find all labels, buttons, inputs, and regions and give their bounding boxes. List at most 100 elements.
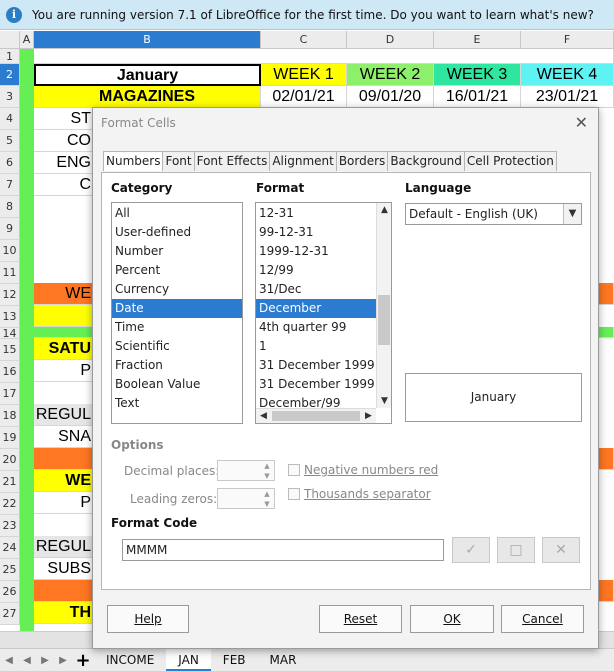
row-header-2[interactable]: 2 xyxy=(0,64,20,86)
row-header-15[interactable]: 15 xyxy=(0,339,20,361)
cell-b2-selected[interactable]: January xyxy=(34,64,261,86)
tab-font-effects[interactable]: Font Effects xyxy=(193,151,271,171)
category-item[interactable]: Time xyxy=(112,318,242,337)
cell-b20[interactable] xyxy=(34,448,94,470)
row-header-5[interactable]: 5 xyxy=(0,130,20,152)
corner-select-all[interactable] xyxy=(0,31,20,49)
category-item[interactable]: Boolean Value xyxy=(112,375,242,394)
column-header-e[interactable]: E xyxy=(434,31,521,49)
tab-alignment[interactable]: Alignment xyxy=(269,151,337,171)
cell-f2[interactable]: WEEK 4 xyxy=(521,64,614,86)
row-header-8[interactable]: 8 xyxy=(0,196,20,218)
tab-numbers[interactable]: Numbers xyxy=(103,151,164,171)
cell-c2[interactable]: WEEK 1 xyxy=(261,64,347,86)
column-header-a[interactable]: A xyxy=(20,31,34,49)
row-header-26[interactable]: 26 xyxy=(0,581,20,603)
format-list[interactable]: 12-31 99-12-31 1999-12-31 12/99 31/Dec Decemb… xyxy=(255,202,392,424)
format-item[interactable]: 1999-12-31 xyxy=(256,242,376,261)
row-header-19[interactable]: 19 xyxy=(0,427,20,449)
category-list[interactable]: All User-defined Number Percent Currency Date… xyxy=(111,202,243,424)
cell-f12[interactable] xyxy=(599,283,614,305)
category-item[interactable]: Fraction xyxy=(112,356,242,375)
format-item[interactable]: 12/99 xyxy=(256,261,376,280)
category-item[interactable]: Text xyxy=(112,394,242,413)
cell-b19[interactable]: SNA xyxy=(34,426,94,448)
column-header-d[interactable]: D xyxy=(347,31,434,49)
cell-c3[interactable]: 02/01/21 xyxy=(261,86,347,108)
cell-b15[interactable]: SATU xyxy=(34,338,94,360)
decimal-places-spin[interactable]: ▲ ▼ xyxy=(217,460,275,481)
format-item[interactable]: December xyxy=(256,299,376,318)
spin-down-icon[interactable]: ▼ xyxy=(260,471,274,481)
row-header-14[interactable]: 14 xyxy=(0,328,20,339)
format-list-vscroll[interactable]: ▲ ▼ xyxy=(376,203,391,408)
ok-button[interactable]: OK xyxy=(410,605,494,633)
cell-d2[interactable]: WEEK 2 xyxy=(347,64,434,86)
scroll-left-icon[interactable]: ◀ xyxy=(256,409,271,423)
category-item[interactable]: Percent xyxy=(112,261,242,280)
column-header-b[interactable]: B xyxy=(34,31,261,49)
delete-icon[interactable]: ✕ xyxy=(542,537,580,563)
format-list-vthumb[interactable] xyxy=(378,295,390,345)
cell-e3[interactable]: 16/01/21 xyxy=(434,86,521,108)
format-item[interactable]: 31/Dec xyxy=(256,280,376,299)
help-button[interactable]: Help xyxy=(107,605,189,633)
category-item[interactable]: Date xyxy=(112,299,242,318)
format-item[interactable]: 31 December 1999 xyxy=(256,356,376,375)
spin-up-icon[interactable]: ▲ xyxy=(260,461,274,471)
category-item[interactable]: User-defined xyxy=(112,223,242,242)
row-header-13[interactable]: 13 xyxy=(0,306,20,328)
cell-b4[interactable]: ST xyxy=(34,108,94,130)
close-icon[interactable]: ✕ xyxy=(575,113,588,132)
format-list-hthumb[interactable] xyxy=(272,411,360,421)
spin-up-icon[interactable]: ▲ xyxy=(260,489,274,499)
cell-b12[interactable]: WE xyxy=(34,283,94,305)
first-sheet-icon[interactable]: ◀ xyxy=(0,655,18,666)
sheet-tab-jan[interactable]: JAN xyxy=(166,649,211,671)
row-header-23[interactable]: 23 xyxy=(0,515,20,537)
format-item[interactable]: 31 December 1999 xyxy=(256,375,376,394)
row-header-24[interactable]: 24 xyxy=(0,537,20,559)
tab-cell-protection[interactable]: Cell Protection xyxy=(463,151,557,171)
cell-b25[interactable]: SUBS xyxy=(34,558,94,580)
cell-f3[interactable]: 23/01/21 xyxy=(521,86,614,108)
cell-f26[interactable] xyxy=(599,580,614,602)
tab-font[interactable]: Font xyxy=(162,151,195,171)
sheet-tab-mar[interactable]: MAR xyxy=(258,649,309,671)
chevron-down-icon[interactable]: ▼ xyxy=(563,204,581,224)
cancel-button[interactable]: Cancel xyxy=(501,605,584,633)
cell-f14[interactable] xyxy=(599,327,614,338)
sheet-tab-income[interactable]: INCOME xyxy=(94,649,166,671)
row-header-22[interactable]: 22 xyxy=(0,493,20,515)
cell-b3[interactable]: MAGAZINES xyxy=(34,86,261,108)
negative-red-checkbox[interactable] xyxy=(288,464,300,476)
row-header-1[interactable]: 1 xyxy=(0,49,20,64)
row-header-3[interactable]: 3 xyxy=(0,86,20,108)
row-header-4[interactable]: 4 xyxy=(0,108,20,130)
format-list-hscroll[interactable]: ◀ ▶ xyxy=(256,408,376,423)
cell-b16[interactable]: P xyxy=(34,360,94,382)
cell-f20[interactable] xyxy=(599,448,614,470)
row-header-20[interactable]: 20 xyxy=(0,449,20,471)
cell-b14[interactable] xyxy=(34,327,94,338)
spin-down-icon[interactable]: ▼ xyxy=(260,499,274,509)
category-item[interactable]: Currency xyxy=(112,280,242,299)
cell-b7[interactable]: C xyxy=(34,174,94,196)
checkmark-icon[interactable]: ✓ xyxy=(452,537,490,563)
cell-b26[interactable] xyxy=(34,580,94,602)
row-header-21[interactable]: 21 xyxy=(0,471,20,493)
sheet-tab-feb[interactable]: FEB xyxy=(211,649,258,671)
cell-b24[interactable]: REGUL xyxy=(34,536,94,558)
format-item[interactable]: 99-12-31 xyxy=(256,223,376,242)
next-sheet-icon[interactable]: ▶ xyxy=(36,655,54,666)
thousands-separator-checkbox[interactable] xyxy=(288,488,300,500)
cell-e2[interactable]: WEEK 3 xyxy=(434,64,521,86)
cell-b27[interactable]: TH xyxy=(34,602,94,624)
row-header-25[interactable]: 25 xyxy=(0,559,20,581)
cell-b6[interactable]: ENG xyxy=(34,152,94,174)
scroll-right-icon[interactable]: ▶ xyxy=(361,409,376,423)
category-item[interactable]: Number xyxy=(112,242,242,261)
cell-d3[interactable]: 09/01/20 xyxy=(347,86,434,108)
column-header-c[interactable]: C xyxy=(261,31,347,49)
format-item[interactable]: 12-31 xyxy=(256,204,376,223)
